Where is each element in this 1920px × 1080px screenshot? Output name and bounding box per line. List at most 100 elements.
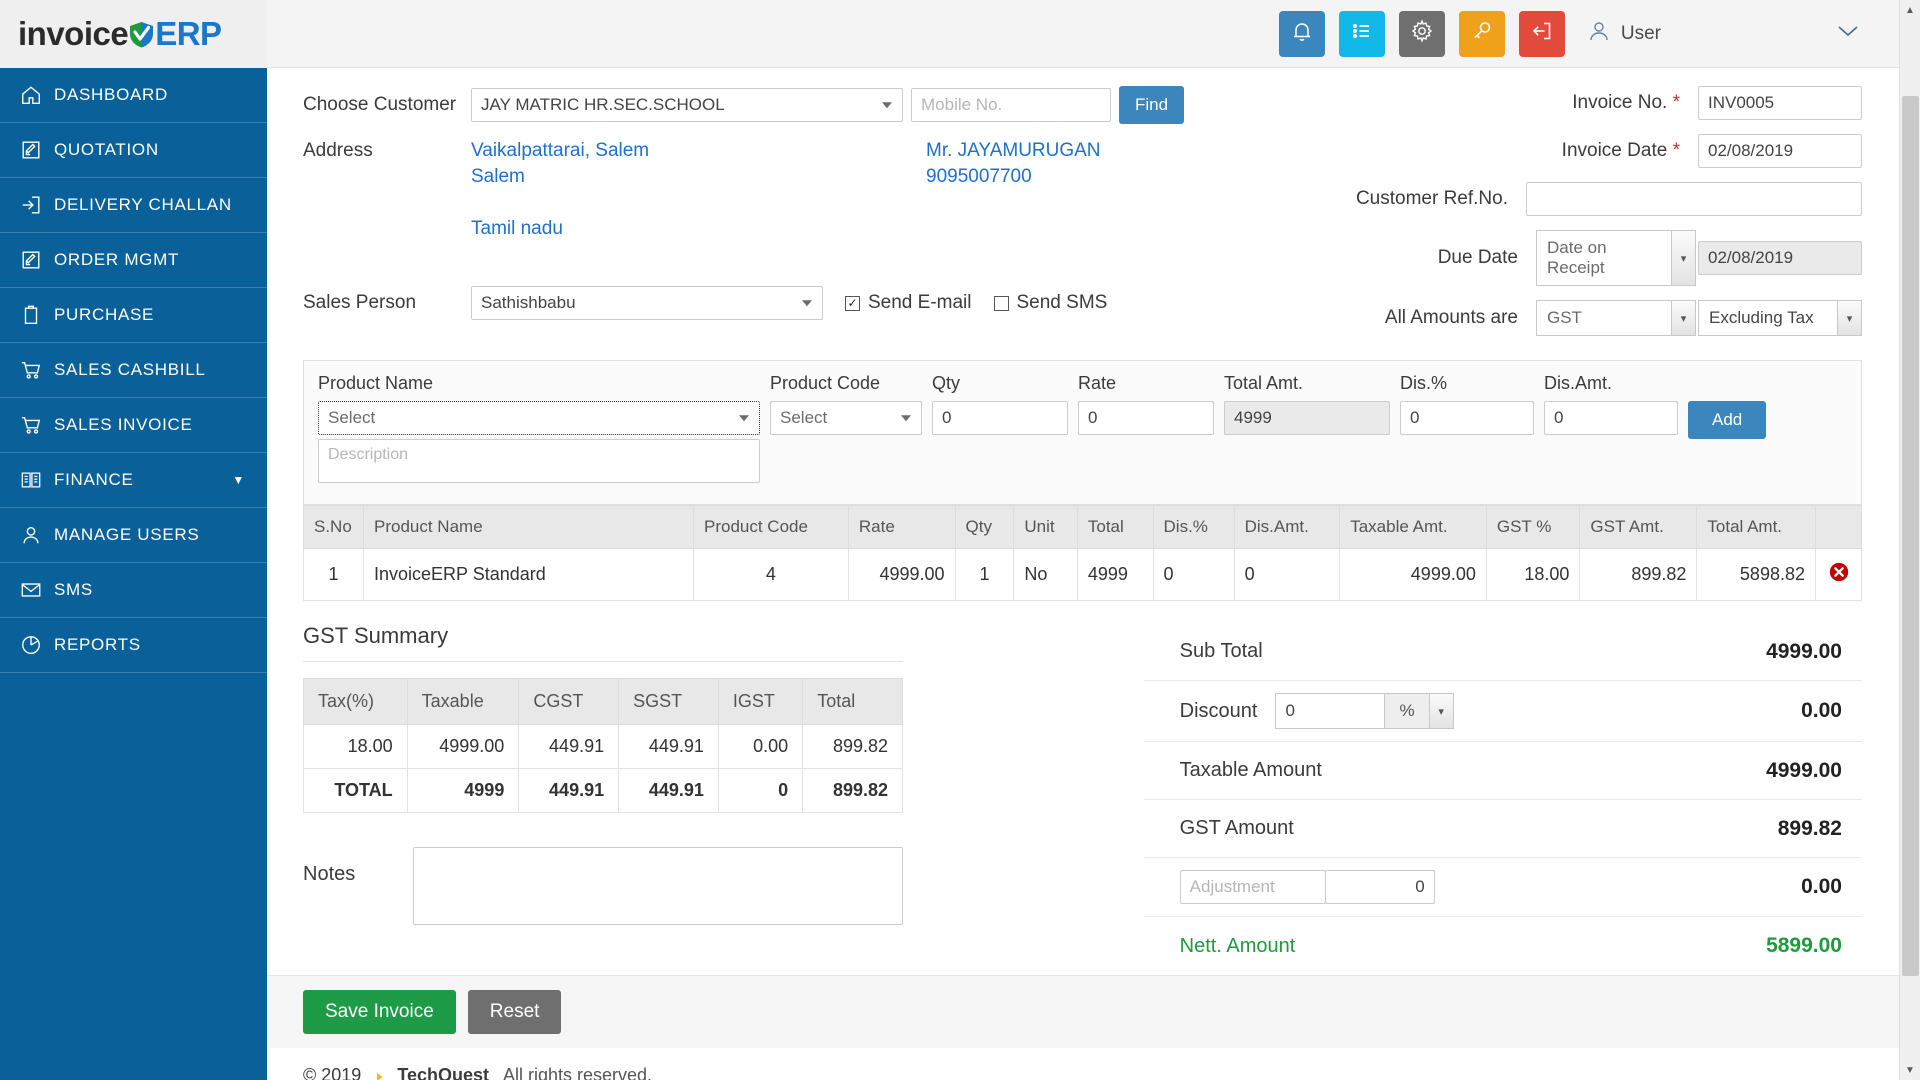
items-cell-taxable_amt: 4999.00 [1339,548,1487,601]
sidebar-item-finance[interactable]: FINANCE ▼ [0,453,267,508]
edit-square-icon [20,139,54,161]
sidebar-item-label: SMS [54,580,93,599]
app-root: invoice ERP DASHBOARD QUOTATION DELIVERY C… [0,0,1920,1080]
sidebar-item-label: SALES CASHBILL [54,360,206,379]
sidebar-item-sales-cashbill[interactable]: SALES CASHBILL [0,343,267,398]
items-col-header: Dis.% [1152,505,1235,549]
sidebar-nav: DASHBOARD QUOTATION DELIVERY CHALLAN ORDER … [0,68,267,673]
invoice-no-label: Invoice No. [1572,92,1680,114]
entry-product-name-select[interactable] [318,401,760,435]
gst-total-cell: 4999 [406,768,520,813]
footer-company: TechQuest [397,1064,489,1080]
logout-button[interactable] [1518,10,1565,57]
chevron-down-icon[interactable] [1836,24,1860,43]
sidebar-item-manage-users[interactable]: MANAGE USERS [0,508,267,563]
lower-section: GST Summary Tax(%) Taxable CGST SGST IGST Tot… [267,601,1920,975]
sidebar-filler [0,673,267,1080]
user-menu[interactable]: User [1587,19,1860,48]
items-col-header: GST Amt. [1579,505,1698,549]
sidebar-item-quotation[interactable]: QUOTATION [0,123,267,178]
customer-ref-input[interactable] [1525,182,1862,216]
items-table-body: 1 InvoiceERP Standard 4 4999.00 1 No 4999 0 0 499… [303,548,1862,601]
invoice-column: Invoice No. Invoice Date Customer Ref.No… [1192,86,1862,350]
send-email-checkbox[interactable]: ✓ Send E-mail [845,292,972,314]
gear-icon [1410,19,1434,48]
book-icon [20,469,54,491]
adjustment-note-input[interactable] [1179,870,1326,904]
items-cell-rate: 4999.00 [847,548,956,601]
entry-product-name-col: Product Name [318,373,760,488]
list-button[interactable] [1338,10,1385,57]
due-date-input[interactable] [1697,241,1862,275]
gst-summary-section: GST Summary Tax(%) Taxable CGST SGST IGST Tot… [303,623,1114,975]
sidebar-item-purchase[interactable]: PURCHASE [0,288,267,343]
entry-qty-input[interactable] [932,401,1068,435]
invoice-form: Choose Customer Find Address Vaikalpatta [267,68,1920,1080]
customer-select[interactable] [471,88,903,122]
page-scrollbar[interactable]: ▲ ▼ [1899,0,1920,1080]
scroll-up-arrow[interactable]: ▲ [1900,0,1920,20]
gst-col-header: CGST [518,678,620,725]
invoice-no-input[interactable] [1697,86,1862,120]
mobile-input[interactable] [911,88,1111,122]
taxable-amount-value: 4999.00 [1766,758,1842,782]
action-bar: Save Invoice Reset [267,975,1920,1048]
sales-person-row: Sales Person ✓ Send E-mail Send SMS [303,286,1192,320]
add-button[interactable]: Add [1688,401,1767,439]
settings-button[interactable] [1398,10,1445,57]
discount-value: 0.00 [1801,699,1842,722]
gst-total-cell: 449.91 [618,768,719,813]
invoice-no-row: Invoice No. [1202,86,1862,120]
gst-table-head: Tax(%) Taxable CGST SGST IGST Total [303,678,903,725]
reset-button[interactable]: Reset [467,990,562,1034]
adjustment-row: 0.00 [1143,858,1862,917]
sales-person-label: Sales Person [303,292,417,313]
sidebar-item-sms[interactable]: SMS [0,563,267,618]
send-email-label: Send E-mail [868,292,972,313]
list-icon [1350,19,1374,48]
amount-inclusion-select[interactable]: Excluding Tax ▾ [1697,300,1862,336]
notes-input[interactable] [413,847,903,925]
scrollbar-thumb[interactable] [1902,96,1919,976]
brand-logo[interactable]: invoice ERP [0,0,267,68]
choose-customer-row: Choose Customer Find [303,86,1192,124]
items-table: S.No Product Name Product Code Rate Qty Unit T… [303,505,1862,601]
chevron-down-icon[interactable]: ▼ [232,473,245,487]
entry-rate-input[interactable] [1078,401,1214,435]
bell-icon [1290,19,1314,48]
sidebar-item-dashboard[interactable]: DASHBOARD [0,68,267,123]
adjustment-amount-input[interactable] [1324,870,1435,904]
items-table-head: S.No Product Name Product Code Rate Qty Unit T… [303,505,1862,549]
scroll-down-arrow[interactable]: ▼ [1900,1060,1920,1080]
entry-product-code-select[interactable] [770,401,922,435]
due-date-type-select[interactable]: Date on Receipt ▾ [1535,230,1696,286]
sidebar-item-delivery-challan[interactable]: DELIVERY CHALLAN [0,178,267,233]
send-sms-checkbox[interactable]: Send SMS [993,292,1107,314]
gst-cell: 449.91 [518,724,620,769]
entry-dis-pct-input[interactable] [1400,401,1534,435]
invoice-date-input[interactable] [1697,134,1862,168]
sidebar-item-sales-invoice[interactable]: SALES INVOICE [0,398,267,453]
discount-input[interactable] [1276,694,1385,728]
entry-dis-amt-col: Dis.Amt. [1544,373,1678,435]
entry-total-input[interactable] [1224,401,1390,435]
sidebar-item-order-mgmt[interactable]: ORDER MGMT [0,233,267,288]
entry-product-code-col: Product Code [770,373,922,435]
find-button[interactable]: Find [1119,86,1185,124]
key-button[interactable] [1458,10,1505,57]
sidebar-item-reports[interactable]: REPORTS [0,618,267,673]
delete-circle-icon[interactable] [1828,561,1850,583]
notifications-button[interactable] [1278,10,1325,57]
entry-dis-amt-input[interactable] [1544,401,1678,435]
sales-person-select[interactable] [471,286,823,320]
chevron-down-icon[interactable]: ▾ [1428,694,1453,728]
entry-description-input[interactable] [318,439,760,483]
amount-tax-type-select[interactable]: GST ▾ [1535,300,1696,336]
delete-row-button[interactable] [1815,548,1862,601]
gst-cell: 0.00 [717,724,804,769]
sidebar-item-label: QUOTATION [54,140,159,159]
user-name: User [1620,22,1661,44]
footer-rights: All rights reserved. [503,1064,653,1080]
address-row: Address Vaikalpattarai, Salem Salem Tami… [303,138,1192,242]
save-invoice-button[interactable]: Save Invoice [303,990,456,1034]
